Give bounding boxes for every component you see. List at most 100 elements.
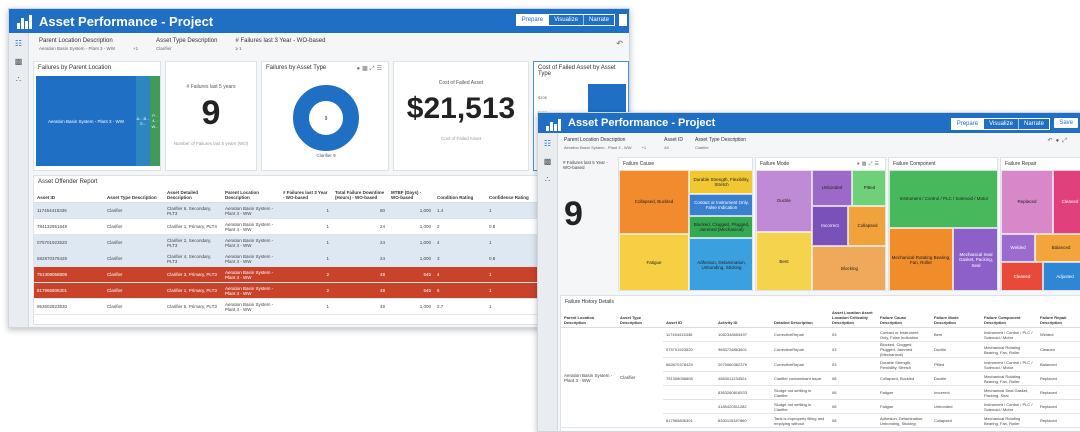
table-cell: 24: [332, 218, 388, 235]
table-cell: Mechanical Rotating Bearing, Fan, Roller: [981, 371, 1037, 386]
table-cell: 4: [434, 234, 486, 251]
treemap-tile-tertiary[interactable]: P... 4... W...: [150, 76, 160, 166]
treemap-tile[interactable]: Replaced: [1001, 170, 1053, 234]
table-cell: Replaced: [1037, 413, 1080, 428]
mode-prepare-button[interactable]: Prepare: [951, 119, 985, 129]
data-panel-icon[interactable]: ☷: [15, 39, 22, 48]
treemap-tile[interactable]: Unbonded: [812, 170, 852, 206]
treemap-tile[interactable]: Collapsed: [848, 206, 885, 246]
analytics-icon[interactable]: ∴: [16, 75, 21, 84]
treemap-tile[interactable]: Contact or Instrument Only, False Indica…: [689, 194, 752, 216]
mode-prepare-button[interactable]: Prepare: [516, 15, 550, 25]
mode-narrate-button[interactable]: Narrate: [1019, 119, 1049, 129]
column-header[interactable]: Parent Location Description: [222, 188, 280, 203]
treemap-tile[interactable]: Bent: [756, 232, 812, 290]
table-header-row: Parent Location Description Asset Type D…: [561, 308, 1080, 328]
table-cell: Fatigue: [877, 385, 931, 400]
treemap-tile[interactable]: Adhesion, Delamination, Unbonding, Stick…: [689, 238, 752, 290]
table-cell: Aeration Basin System - Plant 3 - WW: [222, 250, 280, 267]
column-header[interactable]: Failure Component Description: [981, 308, 1037, 328]
undo-icon[interactable]: ↶: [616, 39, 623, 48]
filter-parent-location[interactable]: Parent Location Description Aeration Bas…: [564, 137, 632, 150]
treemap-tile[interactable]: Welded: [1001, 234, 1035, 262]
data-panel-icon[interactable]: ☷: [544, 139, 551, 148]
treemap-tile[interactable]: Durable Strength, Flexibility, Stretch: [689, 170, 752, 194]
analytics-icon[interactable]: ∴: [545, 175, 550, 184]
treemap-tile[interactable]: Instrument / Control / PLC / Solenoid / …: [889, 170, 997, 228]
mode-visualize-button[interactable]: Visualize: [984, 119, 1019, 129]
visualizations-icon[interactable]: ▩: [15, 57, 23, 66]
mode-narrate-button[interactable]: Narrate: [584, 15, 614, 25]
table-cell: 751308058808: [663, 371, 715, 386]
table-cell: 1082348653497: [715, 327, 771, 342]
column-header[interactable]: Failure Cause Description: [877, 308, 931, 328]
filter-asset-id[interactable]: Asset ID All: [664, 137, 683, 150]
kpi-label: # Failures last 5 Year - WO-based: [563, 160, 608, 170]
column-header[interactable]: Condition Rating: [434, 188, 486, 203]
treemap-tile[interactable]: Fatigue: [619, 234, 689, 290]
visualizations-icon[interactable]: ▩: [544, 157, 552, 166]
column-header[interactable]: Total Failure Downtime (Hours) - WO-base…: [332, 188, 388, 203]
column-header[interactable]: Detailed Description: [771, 308, 829, 328]
table-cell: 1,000: [388, 250, 434, 267]
treemap-tile[interactable]: Cleaned: [1053, 170, 1080, 234]
kpi-label: Cost of Failed Asset: [438, 80, 484, 86]
treemap-tile[interactable]: Mechanical Rotating Bearing, Fan, Roller: [889, 228, 953, 290]
table-cell: 075701923520: [34, 234, 104, 251]
table-cell: Contact or Instrument Only, False Indica…: [877, 327, 931, 342]
filter-value: Aeration Basin System - Plant 3 - WW: [564, 145, 632, 150]
save-button[interactable]: [619, 14, 627, 26]
treemap-tile[interactable]: Adjusted: [1043, 262, 1080, 290]
table-cell: 545: [388, 282, 434, 299]
failures-by-asset-type-card: Failures by Asset Type ●▩⤢☰ 9 Clarifier …: [261, 61, 389, 171]
filter-asset-type[interactable]: Asset Type Description Clarifier: [695, 137, 746, 150]
treemap-tile[interactable]: Cleaned: [1001, 262, 1043, 290]
filter-parent-location[interactable]: Parent Location Description Aeration Bas…: [39, 38, 115, 51]
table-cell: 1: [280, 250, 332, 267]
column-header[interactable]: # Failures last 3 Year - WO-based: [280, 188, 332, 203]
table-row[interactable]: Aeration Basin System - Plant 3 - WW Clar…: [561, 327, 1080, 428]
treemap-tile[interactable]: Mechanical Seal Gasket, Packing, Seal: [953, 228, 997, 290]
table-cell: 2: [280, 282, 332, 299]
save-button[interactable]: Save: [1054, 118, 1078, 128]
table-cell: CorrectiveRepair: [771, 341, 829, 358]
filter-label: Asset Type Description: [695, 137, 747, 143]
column-header[interactable]: Asset Detailed Description: [164, 188, 222, 203]
table-cell: 48: [332, 298, 388, 315]
treemap-tile[interactable]: Incorrect: [812, 206, 848, 246]
column-header[interactable]: Failure Mode Description: [931, 308, 981, 328]
table-cell: 1,000: [388, 298, 434, 315]
column-header[interactable]: Asset ID: [663, 308, 715, 328]
column-header[interactable]: Parent Location Description: [561, 308, 617, 328]
chart-tools-icon[interactable]: ●▩⤢☰: [857, 161, 881, 167]
treemap-tile[interactable]: Balanced: [1035, 234, 1080, 262]
column-header[interactable]: Asset Type Description: [104, 188, 164, 203]
undo-redo-icon[interactable]: ↶●⤢: [1048, 137, 1070, 145]
column-header[interactable]: Asset Location Asset Location Criticalit…: [829, 308, 877, 328]
mode-visualize-button[interactable]: Visualize: [549, 15, 584, 25]
table-cell: Mechanical Rotating Bearing, Fan, Roller: [981, 413, 1037, 428]
treemap-tile[interactable]: Pitted: [852, 170, 885, 206]
treemap-tile[interactable]: Blocking: [812, 246, 885, 290]
column-header[interactable]: Asset ID: [34, 188, 104, 203]
table-cell: 682870378429: [34, 250, 104, 267]
treemap-tile[interactable]: Collapsed, Buckled: [619, 170, 689, 234]
column-header[interactable]: Activity ID: [715, 308, 771, 328]
table-cell: Sludge not settling in Clarifier: [771, 399, 829, 414]
treemap-tile-secondary[interactable]: A... B... S...: [136, 76, 150, 166]
table-cell: 817965806301: [34, 282, 104, 299]
treemap-tile-main[interactable]: Aeration Basin System - Plant 3 - WW: [36, 76, 136, 166]
failure-component-card: Failure Component Instrument / Control /…: [888, 157, 998, 291]
column-header[interactable]: MTBF (Days) - WO-based: [388, 188, 434, 203]
table-cell: Clarifier: [104, 298, 164, 315]
treemap-tile[interactable]: Ductile: [756, 170, 812, 232]
filter-failures-3yr[interactable]: # Failures last 3 Year - WO-based ≥ 1: [235, 38, 325, 51]
kpi-value: 9: [201, 94, 221, 132]
filter-asset-type[interactable]: Asset Type Description Clarifier: [156, 38, 217, 51]
card-title: Failures by Parent Location: [38, 65, 112, 71]
column-header[interactable]: Asset Type Description: [617, 308, 663, 328]
table-cell: Ductile: [931, 341, 981, 358]
column-header[interactable]: Failure Repair Description: [1037, 308, 1080, 328]
treemap-tile[interactable]: Blocked, Clogged, Plugged, Jammed (Mecha…: [689, 216, 752, 238]
table-cell: 24: [332, 250, 388, 267]
